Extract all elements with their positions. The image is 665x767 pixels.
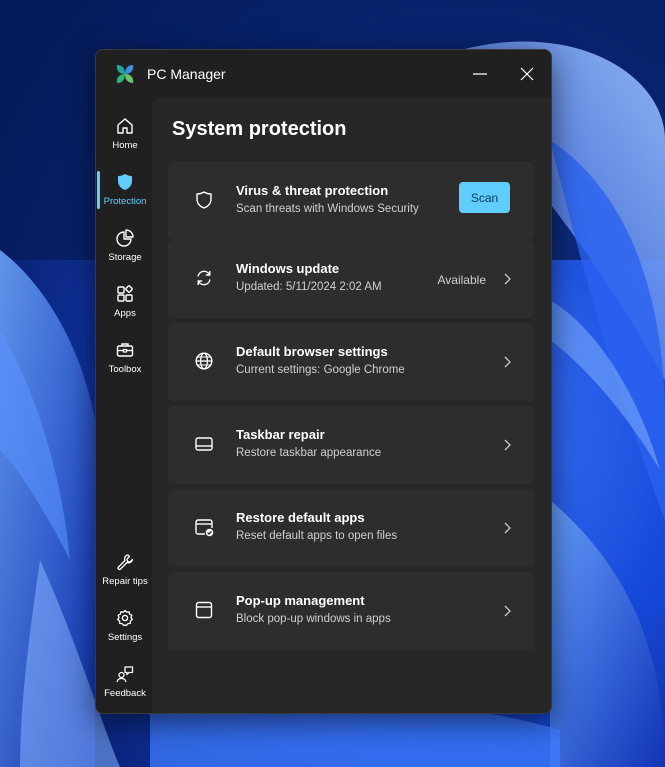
shield-icon (118, 174, 132, 190)
card-subtitle: Block pop-up windows in apps (236, 613, 391, 625)
toolbox-icon (116, 343, 134, 357)
sidebar-item-label: Repair tips (102, 576, 148, 587)
taskbar-icon (195, 437, 213, 451)
card-title: Virus & threat protection (236, 183, 389, 198)
pc-manager-logo-icon (116, 65, 134, 83)
card-restore-default-apps[interactable]: Restore default apps Reset default apps … (168, 489, 534, 567)
chevron-right-icon (504, 439, 511, 451)
card-subtitle: Updated: 5/11/2024 2:02 AM (236, 281, 382, 293)
chevron-right-icon (504, 605, 511, 617)
gear-icon (117, 609, 133, 627)
card-title: Taskbar repair (236, 427, 325, 442)
minimize-icon (473, 73, 487, 75)
feedback-icon (116, 666, 134, 683)
card-popup-management[interactable]: Pop-up management Block pop-up windows i… (168, 572, 534, 650)
sidebar-item-label: Toolbox (108, 364, 142, 375)
update-status: Available (437, 273, 486, 287)
sidebar-item-label: Storage (108, 252, 142, 263)
chevron-right-icon (504, 356, 511, 368)
app-check-icon (195, 519, 214, 537)
card-title: Pop-up management (236, 593, 365, 608)
sidebar-item-feedback[interactable]: Feedback (96, 662, 154, 712)
sidebar-item-toolbox[interactable]: Toolbox (96, 338, 154, 388)
home-icon (117, 118, 133, 134)
main-content: System protection Virus & threat protect… (152, 98, 551, 713)
close-icon (520, 67, 534, 81)
minimize-button[interactable] (464, 60, 496, 88)
card-title: Default browser settings (236, 344, 388, 359)
sidebar-item-label: Apps (114, 308, 136, 319)
app-title: PC Manager (147, 66, 226, 82)
window-icon (195, 601, 213, 619)
wrench-icon (117, 554, 134, 571)
card-subtitle: Restore taskbar appearance (236, 447, 382, 459)
apps-icon (117, 285, 133, 302)
sidebar-item-home[interactable]: Home (96, 114, 154, 164)
card-subtitle: Scan threats with Windows Security (236, 203, 419, 215)
sidebar: Home Protection Storage Apps Toolbox Rep… (96, 98, 152, 713)
sidebar-item-label: Feedback (104, 688, 146, 699)
chevron-right-icon (504, 522, 511, 534)
sync-icon (197, 270, 211, 286)
card-title: Restore default apps (236, 510, 365, 525)
sidebar-item-label: Settings (107, 632, 143, 643)
shield-outline-icon (196, 191, 212, 209)
card-title: Windows update (236, 261, 340, 276)
title-bar: PC Manager (96, 50, 551, 98)
sidebar-item-label: Protection (103, 196, 147, 207)
scan-button[interactable]: Scan (459, 182, 510, 213)
card-virus-threat-protection[interactable]: Virus & threat protection Scan threats w… (168, 162, 534, 240)
card-taskbar-repair[interactable]: Taskbar repair Restore taskbar appearanc… (168, 406, 534, 484)
page-title: System protection (172, 118, 347, 140)
close-button[interactable] (511, 60, 543, 88)
chevron-right-icon (504, 273, 511, 285)
card-default-browser-settings[interactable]: Default browser settings Current setting… (168, 323, 534, 401)
sidebar-item-label: Home (112, 140, 138, 151)
card-subtitle: Reset default apps to open files (236, 530, 398, 542)
sidebar-item-repair-tips[interactable]: Repair tips (96, 550, 154, 600)
pc-manager-window: PC Manager Home Protection Storage Apps … (95, 49, 552, 714)
desktop: PC Manager Home Protection Storage Apps … (0, 0, 665, 767)
pie-chart-icon (116, 229, 134, 247)
globe-icon (195, 352, 213, 370)
sidebar-item-storage[interactable]: Storage (96, 226, 154, 276)
card-subtitle: Current settings: Google Chrome (236, 364, 405, 376)
sidebar-item-settings[interactable]: Settings (96, 606, 154, 656)
sidebar-item-apps[interactable]: Apps (96, 282, 154, 332)
sidebar-item-protection[interactable]: Protection (96, 170, 154, 220)
card-windows-update[interactable]: Windows update Updated: 5/11/2024 2:02 A… (168, 240, 534, 318)
